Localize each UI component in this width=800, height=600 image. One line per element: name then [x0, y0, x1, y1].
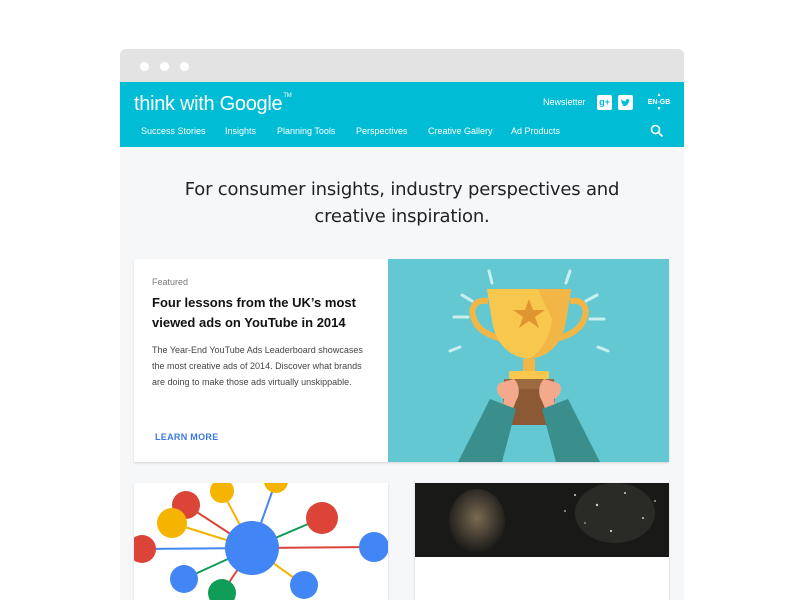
featured-title[interactable]: Four lessons from the UK’s most viewed a…: [152, 293, 372, 333]
site-header: think with GoogleTM Newsletter g+ ▲ EN-G…: [120, 82, 684, 147]
search-icon[interactable]: [650, 124, 664, 138]
language-selector[interactable]: ▲ EN-GB ▼: [647, 93, 671, 112]
browser-window: think with GoogleTM Newsletter g+ ▲ EN-G…: [120, 49, 684, 600]
featured-card[interactable]: Featured Four lessons from the UK’s most…: [134, 259, 669, 462]
video-card[interactable]: [415, 483, 669, 600]
network-node: [290, 571, 318, 599]
left-sleeve: [458, 399, 516, 462]
chevron-down-icon: ▼: [656, 106, 662, 112]
network-card[interactable]: [134, 483, 388, 600]
nav-item-insights[interactable]: Insights: [225, 126, 256, 136]
browser-chrome: [120, 49, 684, 82]
window-dot-3: [180, 62, 189, 71]
nav-item-creative-gallery[interactable]: Creative Gallery: [428, 126, 493, 136]
video-thumbnail[interactable]: [415, 483, 669, 557]
person-face: [449, 489, 505, 553]
trophy-illustration: [388, 259, 669, 462]
network-node: [170, 565, 198, 593]
network-hub: [225, 521, 279, 575]
featured-kicker: Featured: [152, 277, 189, 287]
nav-item-perspectives[interactable]: Perspectives: [356, 126, 408, 136]
twitter-icon[interactable]: [618, 95, 633, 110]
network-node: [208, 579, 236, 600]
featured-text: Featured Four lessons from the UK’s most…: [152, 277, 372, 390]
network-node: [359, 532, 388, 562]
tagline: For consumer insights, industry perspect…: [184, 179, 620, 227]
nav-item-planning-tools[interactable]: Planning Tools: [277, 126, 335, 136]
learn-more-link[interactable]: LEARN MORE: [155, 432, 219, 442]
window-dot-2: [160, 62, 169, 71]
window-dot-1: [140, 62, 149, 71]
right-sleeve: [542, 399, 600, 462]
main-content: For consumer insights, industry perspect…: [120, 147, 684, 600]
network-node: [210, 483, 234, 503]
main-nav: Success Stories Insights Planning Tools …: [120, 126, 684, 140]
nav-item-success-stories[interactable]: Success Stories: [141, 126, 206, 136]
network-node: [134, 535, 156, 563]
featured-description: The Year-End YouTube Ads Leaderboard sho…: [152, 345, 363, 387]
google-plus-icon[interactable]: g+: [597, 95, 612, 110]
network-illustration: [134, 483, 388, 600]
network-node: [264, 483, 288, 493]
network-node: [157, 508, 187, 538]
site-logo[interactable]: think with GoogleTM: [134, 93, 292, 116]
newsletter-link[interactable]: Newsletter: [543, 97, 586, 107]
nav-item-ad-products[interactable]: Ad Products: [511, 126, 560, 136]
network-node: [306, 502, 338, 534]
chevron-up-icon: ▲: [656, 92, 662, 98]
